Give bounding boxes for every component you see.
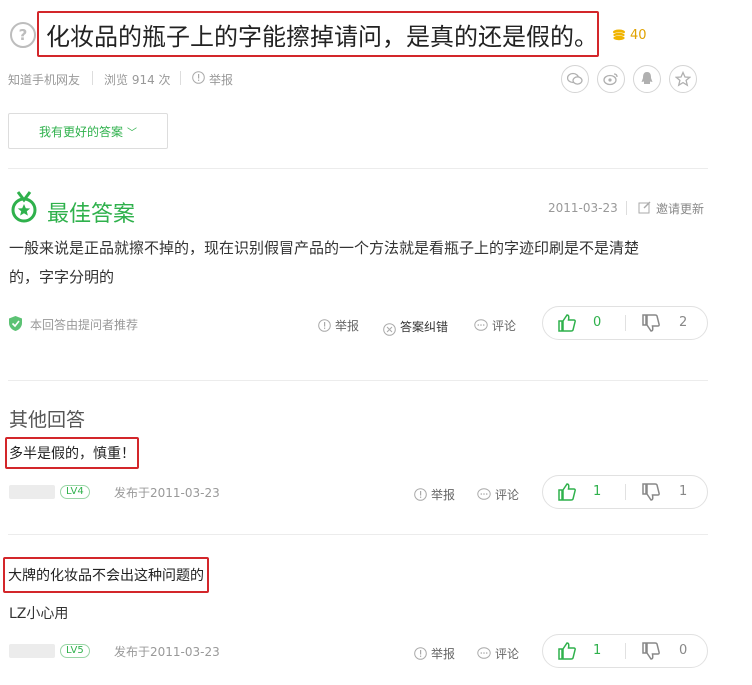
comment-icon	[477, 647, 491, 659]
divider	[8, 168, 708, 169]
thumbs-down-icon[interactable]	[641, 482, 661, 502]
question-title: 化妆品的瓶子上的字能擦掉请问，是真的还是假的。	[46, 23, 598, 51]
recommended-note: 本回答由提问者推荐	[30, 318, 139, 332]
avatar-username-blurred[interactable]	[9, 485, 55, 499]
thumbs-up-icon[interactable]	[557, 313, 577, 333]
vote-group: 1 0	[542, 634, 708, 668]
weibo-share-icon[interactable]	[597, 65, 625, 93]
answer-text: 大牌的化妆品不会出这种问题的	[8, 568, 204, 584]
comment-action[interactable]: 评论	[477, 645, 519, 662]
correct-answer-action[interactable]: 答案纠错	[383, 317, 448, 336]
best-answer-text-line1: 一般来说是正品就擦不掉的，现在识别假冒产品的一个方法就是看瓶子上的字迹印刷是不是…	[9, 239, 640, 257]
divider	[92, 71, 93, 85]
comment-label: 评论	[492, 319, 517, 333]
best-answer-heading: 最佳答案	[47, 202, 136, 227]
comment-action[interactable]: 评论	[474, 317, 516, 334]
invite-update-link[interactable]: 邀请更新	[656, 200, 704, 217]
downvote-count: 0	[679, 643, 688, 658]
comment-icon	[474, 319, 488, 331]
upvote-count: 1	[593, 643, 602, 658]
favorite-star-icon[interactable]	[669, 65, 697, 93]
downvote-count: 2	[679, 315, 688, 330]
vote-group: 1 1	[542, 475, 708, 509]
vote-group: 0 2	[542, 306, 708, 340]
answer-date: 2011-03-23	[548, 201, 618, 215]
report-icon[interactable]	[192, 71, 205, 84]
comment-label: 评论	[495, 647, 520, 661]
upvote-count: 1	[593, 484, 602, 499]
level-badge: LV5	[60, 644, 90, 658]
divider	[8, 380, 708, 381]
upvote-count: 0	[593, 315, 602, 330]
level-badge: LV4	[60, 485, 90, 499]
shield-check-icon	[9, 316, 22, 331]
avatar-username-blurred[interactable]	[9, 644, 55, 658]
wechat-share-icon[interactable]	[561, 65, 589, 93]
report-label: 举报	[431, 488, 456, 502]
report-label: 举报	[335, 319, 360, 333]
thumbs-up-icon[interactable]	[557, 482, 577, 502]
thumbs-down-icon[interactable]	[641, 313, 661, 333]
better-answer-label: 我有更好的答案	[38, 124, 123, 139]
other-answers-heading: 其他回答	[9, 409, 86, 431]
answer-text: 多半是假的，慎重！	[9, 446, 135, 462]
coin-icon	[612, 29, 626, 41]
thumbs-up-icon[interactable]	[557, 641, 577, 661]
chevron-down-icon: ﹀	[127, 127, 137, 139]
posted-date: 发布于2011-03-23	[114, 486, 220, 500]
divider	[626, 201, 627, 215]
report-label: 举报	[431, 647, 456, 661]
view-count: 浏览 914 次	[104, 73, 171, 87]
report-link[interactable]: 举报	[209, 71, 233, 88]
correct-icon	[383, 323, 396, 336]
report-icon	[414, 647, 427, 660]
comment-label: 评论	[495, 488, 520, 502]
divider	[625, 315, 626, 331]
report-icon	[414, 488, 427, 501]
divider	[8, 534, 708, 535]
posted-date: 发布于2011-03-23	[114, 645, 220, 659]
question-mark-icon: ?	[10, 22, 36, 48]
answer-text-line2: LZ小心用	[9, 606, 69, 622]
correct-label: 答案纠错	[400, 320, 449, 334]
reward-count: 40	[630, 28, 647, 43]
better-answer-button[interactable]: 我有更好的答案 ﹀	[8, 113, 168, 149]
edit-icon[interactable]	[638, 201, 651, 214]
report-icon	[318, 319, 331, 332]
divider	[625, 484, 626, 500]
report-action[interactable]: 举报	[414, 645, 455, 662]
best-answer-text-line2: 的，字字分明的	[9, 268, 115, 286]
medal-icon	[11, 191, 37, 223]
comment-action[interactable]: 评论	[477, 486, 519, 503]
divider	[625, 643, 626, 659]
question-source[interactable]: 知道手机网友	[8, 71, 80, 88]
comment-icon	[477, 488, 491, 500]
report-action[interactable]: 举报	[318, 317, 359, 334]
report-action[interactable]: 举报	[414, 486, 455, 503]
qq-share-icon[interactable]	[633, 65, 661, 93]
downvote-count: 1	[679, 484, 688, 499]
thumbs-down-icon[interactable]	[641, 641, 661, 661]
divider	[180, 71, 181, 85]
